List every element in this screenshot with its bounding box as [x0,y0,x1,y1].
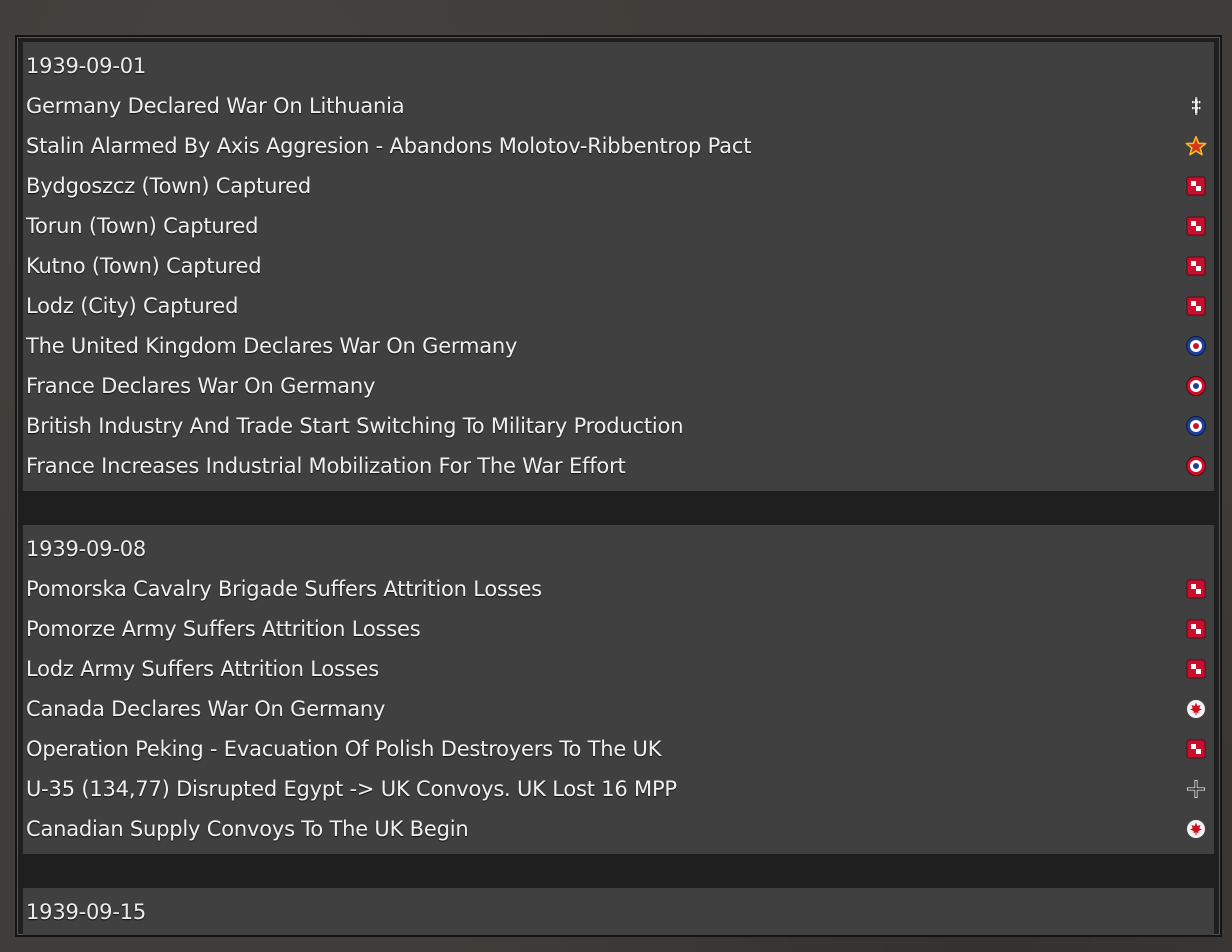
canada-maple-icon [1185,818,1207,840]
event-text: France Declares War On Germany [26,374,376,398]
event-text: The United Kingdom Declares War On Germa… [26,334,518,358]
turn-group: 1939-09-08 Pomorska Cavalry Brigade Suffe… [23,525,1214,854]
event-row[interactable]: British Industry And Trade Start Switchi… [23,406,1214,446]
event-row[interactable]: Stalin Alarmed By Axis Aggresion - Aband… [23,126,1214,166]
poland-checker-icon [1185,618,1207,640]
event-row[interactable]: France Increases Industrial Mobilization… [23,446,1214,486]
event-row[interactable]: U-35 (134,77) Disrupted Egypt -> UK Conv… [23,769,1214,809]
event-text: U-35 (134,77) Disrupted Egypt -> UK Conv… [26,777,677,801]
event-text: Lodz Army Suffers Attrition Losses [26,657,379,681]
poland-checker-icon [1185,658,1207,680]
event-log-list: 1939-09-01 Germany Declared War On Lithua… [17,42,1220,935]
turn-group: 1939-09-15 [23,888,1214,935]
event-row[interactable]: Kutno (Town) Captured [23,246,1214,286]
event-row[interactable]: Canada Declares War On Germany [23,689,1214,729]
event-row[interactable]: Canadian Supply Convoys To The UK Begin [23,809,1214,849]
event-row[interactable]: Bydgoszcz (Town) Captured [23,166,1214,206]
event-row[interactable]: Pomorska Cavalry Brigade Suffers Attriti… [23,569,1214,609]
event-text: Operation Peking - Evacuation Of Polish … [26,737,662,761]
turn-date: 1939-09-08 [26,537,147,561]
event-log-panel[interactable]: 1939-09-01 Germany Declared War On Lithua… [15,35,1222,937]
event-row[interactable]: Lodz Army Suffers Attrition Losses [23,649,1214,689]
france-roundel-icon [1185,375,1207,397]
event-row[interactable]: Operation Peking - Evacuation Of Polish … [23,729,1214,769]
poland-checker-icon [1185,578,1207,600]
event-row[interactable]: Torun (Town) Captured [23,206,1214,246]
turn-date: 1939-09-01 [26,54,147,78]
poland-checker-icon [1185,295,1207,317]
poland-checker-icon [1185,255,1207,277]
lithuania-roundel-icon [1185,95,1207,117]
canada-maple-icon [1185,698,1207,720]
uk-roundel-icon [1185,415,1207,437]
event-row[interactable]: France Declares War On Germany [23,366,1214,406]
event-text: Bydgoszcz (Town) Captured [26,174,312,198]
event-row[interactable]: Lodz (City) Captured [23,286,1214,326]
event-text: Pomorze Army Suffers Attrition Losses [26,617,421,641]
uk-roundel-icon [1185,335,1207,357]
event-row[interactable]: The United Kingdom Declares War On Germa… [23,326,1214,366]
france-roundel-icon [1185,455,1207,477]
poland-checker-icon [1185,215,1207,237]
event-text: Canadian Supply Convoys To The UK Begin [26,817,469,841]
poland-checker-icon [1185,738,1207,760]
event-text: Germany Declared War On Lithuania [26,94,405,118]
poland-checker-icon [1185,175,1207,197]
event-text: Stalin Alarmed By Axis Aggresion - Aband… [26,134,752,158]
event-text: France Increases Industrial Mobilization… [26,454,626,478]
event-text: Torun (Town) Captured [26,214,259,238]
event-text: Kutno (Town) Captured [26,254,262,278]
event-text: Canada Declares War On Germany [26,697,386,721]
event-text: British Industry And Trade Start Switchi… [26,414,684,438]
german-cross-icon [1185,778,1207,800]
event-text: Lodz (City) Captured [26,294,239,318]
soviet-star-icon [1185,135,1207,157]
event-row[interactable]: Germany Declared War On Lithuania [23,86,1214,126]
event-row[interactable]: Pomorze Army Suffers Attrition Losses [23,609,1214,649]
turn-date: 1939-09-15 [26,900,147,924]
event-text: Pomorska Cavalry Brigade Suffers Attriti… [26,577,542,601]
turn-group: 1939-09-01 Germany Declared War On Lithua… [23,42,1214,491]
